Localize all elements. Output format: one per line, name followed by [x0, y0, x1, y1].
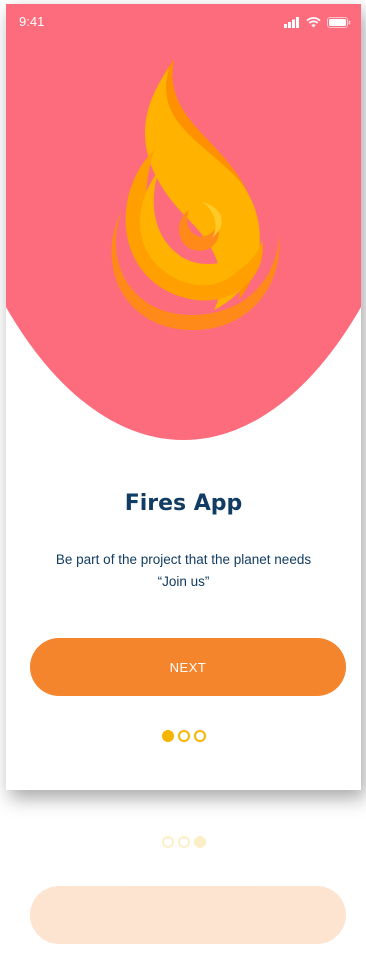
reflection-dot — [177, 836, 190, 848]
reflection-dot — [161, 836, 174, 848]
app-title: Fires App — [124, 491, 243, 516]
page-dot-2[interactable] — [177, 730, 190, 742]
onboarding-screen: 9:41 Fires App Be part of the project th… — [6, 4, 361, 790]
battery-icon — [327, 16, 351, 28]
app-subtitle: Be part of the project that the planet n… — [6, 549, 361, 593]
next-button[interactable]: NEXT — [30, 638, 346, 696]
status-time: 9:41 — [19, 14, 45, 29]
wifi-icon — [306, 16, 321, 27]
page-dot-3[interactable] — [193, 730, 206, 742]
reflection-dot — [193, 836, 206, 848]
hero-banner: 9:41 — [6, 4, 361, 440]
screen-reflection — [6, 800, 361, 972]
pagination-dots — [6, 730, 361, 742]
subtitle-line-2: “Join us” — [157, 574, 210, 589]
page-dot-1[interactable] — [161, 730, 174, 742]
flame-icon — [111, 60, 280, 331]
subtitle-line-1: Be part of the project that the planet n… — [55, 552, 312, 567]
status-bar: 9:41 — [6, 4, 361, 34]
reflection-button — [30, 886, 346, 944]
signal-icon — [284, 16, 299, 28]
reflection-dots — [6, 836, 361, 848]
status-icons — [284, 16, 351, 28]
